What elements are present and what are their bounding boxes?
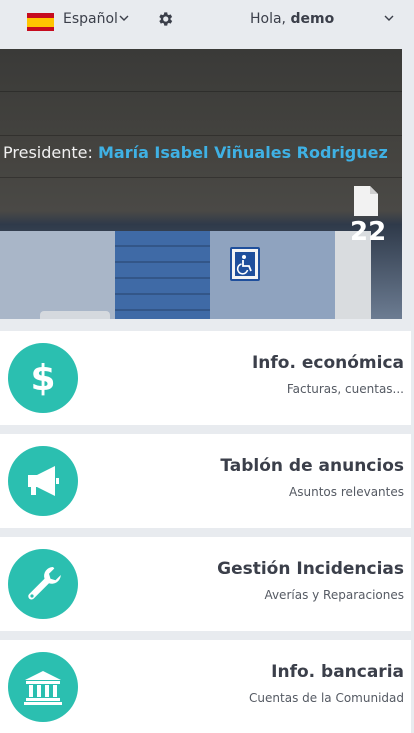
menu-item-subtitle: Facturas, cuentas...: [286, 382, 404, 396]
greeting-prefix: Hola,: [250, 11, 287, 27]
parked-car: [40, 311, 110, 319]
menu-item-notice-board[interactable]: Tablón de anuncios Asuntos relevantes: [0, 434, 411, 528]
garage-wall: [210, 231, 335, 319]
user-name: demo: [290, 11, 335, 27]
president-label: Presidente:: [3, 143, 93, 162]
menu-item-title: Info. económica: [251, 353, 404, 373]
president-info: Presidente: María Isabel Viñuales Rodrig…: [3, 143, 388, 162]
menu-icon-circle: [8, 549, 78, 619]
accessibility-icon: [230, 247, 260, 281]
svg-text:$: $: [30, 358, 55, 399]
building-wall: [0, 231, 115, 319]
menu-item-subtitle: Averías y Reparaciones: [264, 588, 404, 602]
chevron-down-icon[interactable]: [384, 14, 394, 22]
menu-item-subtitle: Cuentas de la Comunidad: [249, 691, 404, 705]
president-name[interactable]: María Isabel Viñuales Rodriguez: [98, 143, 388, 162]
menu-item-subtitle: Asuntos relevantes: [289, 485, 404, 499]
community-banner: Presidente: María Isabel Viñuales Rodrig…: [0, 49, 402, 319]
document-icon[interactable]: [354, 186, 378, 216]
menu-item-title: Gestión Incidencias: [217, 559, 404, 579]
menu-item-title: Tablón de anuncios: [220, 456, 404, 476]
gear-icon[interactable]: [156, 10, 174, 28]
menu-icon-circle: [8, 446, 78, 516]
chevron-down-icon[interactable]: [119, 14, 129, 22]
spain-flag-icon[interactable]: [27, 13, 54, 31]
menu-item-incidents[interactable]: Gestión Incidencias Averías y Reparacion…: [0, 537, 411, 631]
user-greeting[interactable]: Hola, demo: [250, 11, 334, 27]
menu-icon-circle: $: [8, 343, 78, 413]
document-count[interactable]: 22: [350, 217, 386, 247]
menu-item-economic-info[interactable]: $ Info. económica Facturas, cuentas...: [0, 331, 411, 425]
menu-icon-circle: [8, 652, 78, 722]
language-selector[interactable]: Español: [63, 11, 118, 27]
top-bar: Español Hola, demo: [0, 0, 414, 42]
bank-icon: [24, 671, 62, 705]
dollar-icon: $: [30, 358, 55, 399]
megaphone-icon: [28, 466, 59, 496]
wrench-icon: [28, 567, 61, 600]
menu-item-title: Info. bancaria: [271, 662, 404, 682]
garage-door: [115, 231, 210, 319]
menu-item-bank-info[interactable]: Info. bancaria Cuentas de la Comunidad: [0, 640, 411, 733]
